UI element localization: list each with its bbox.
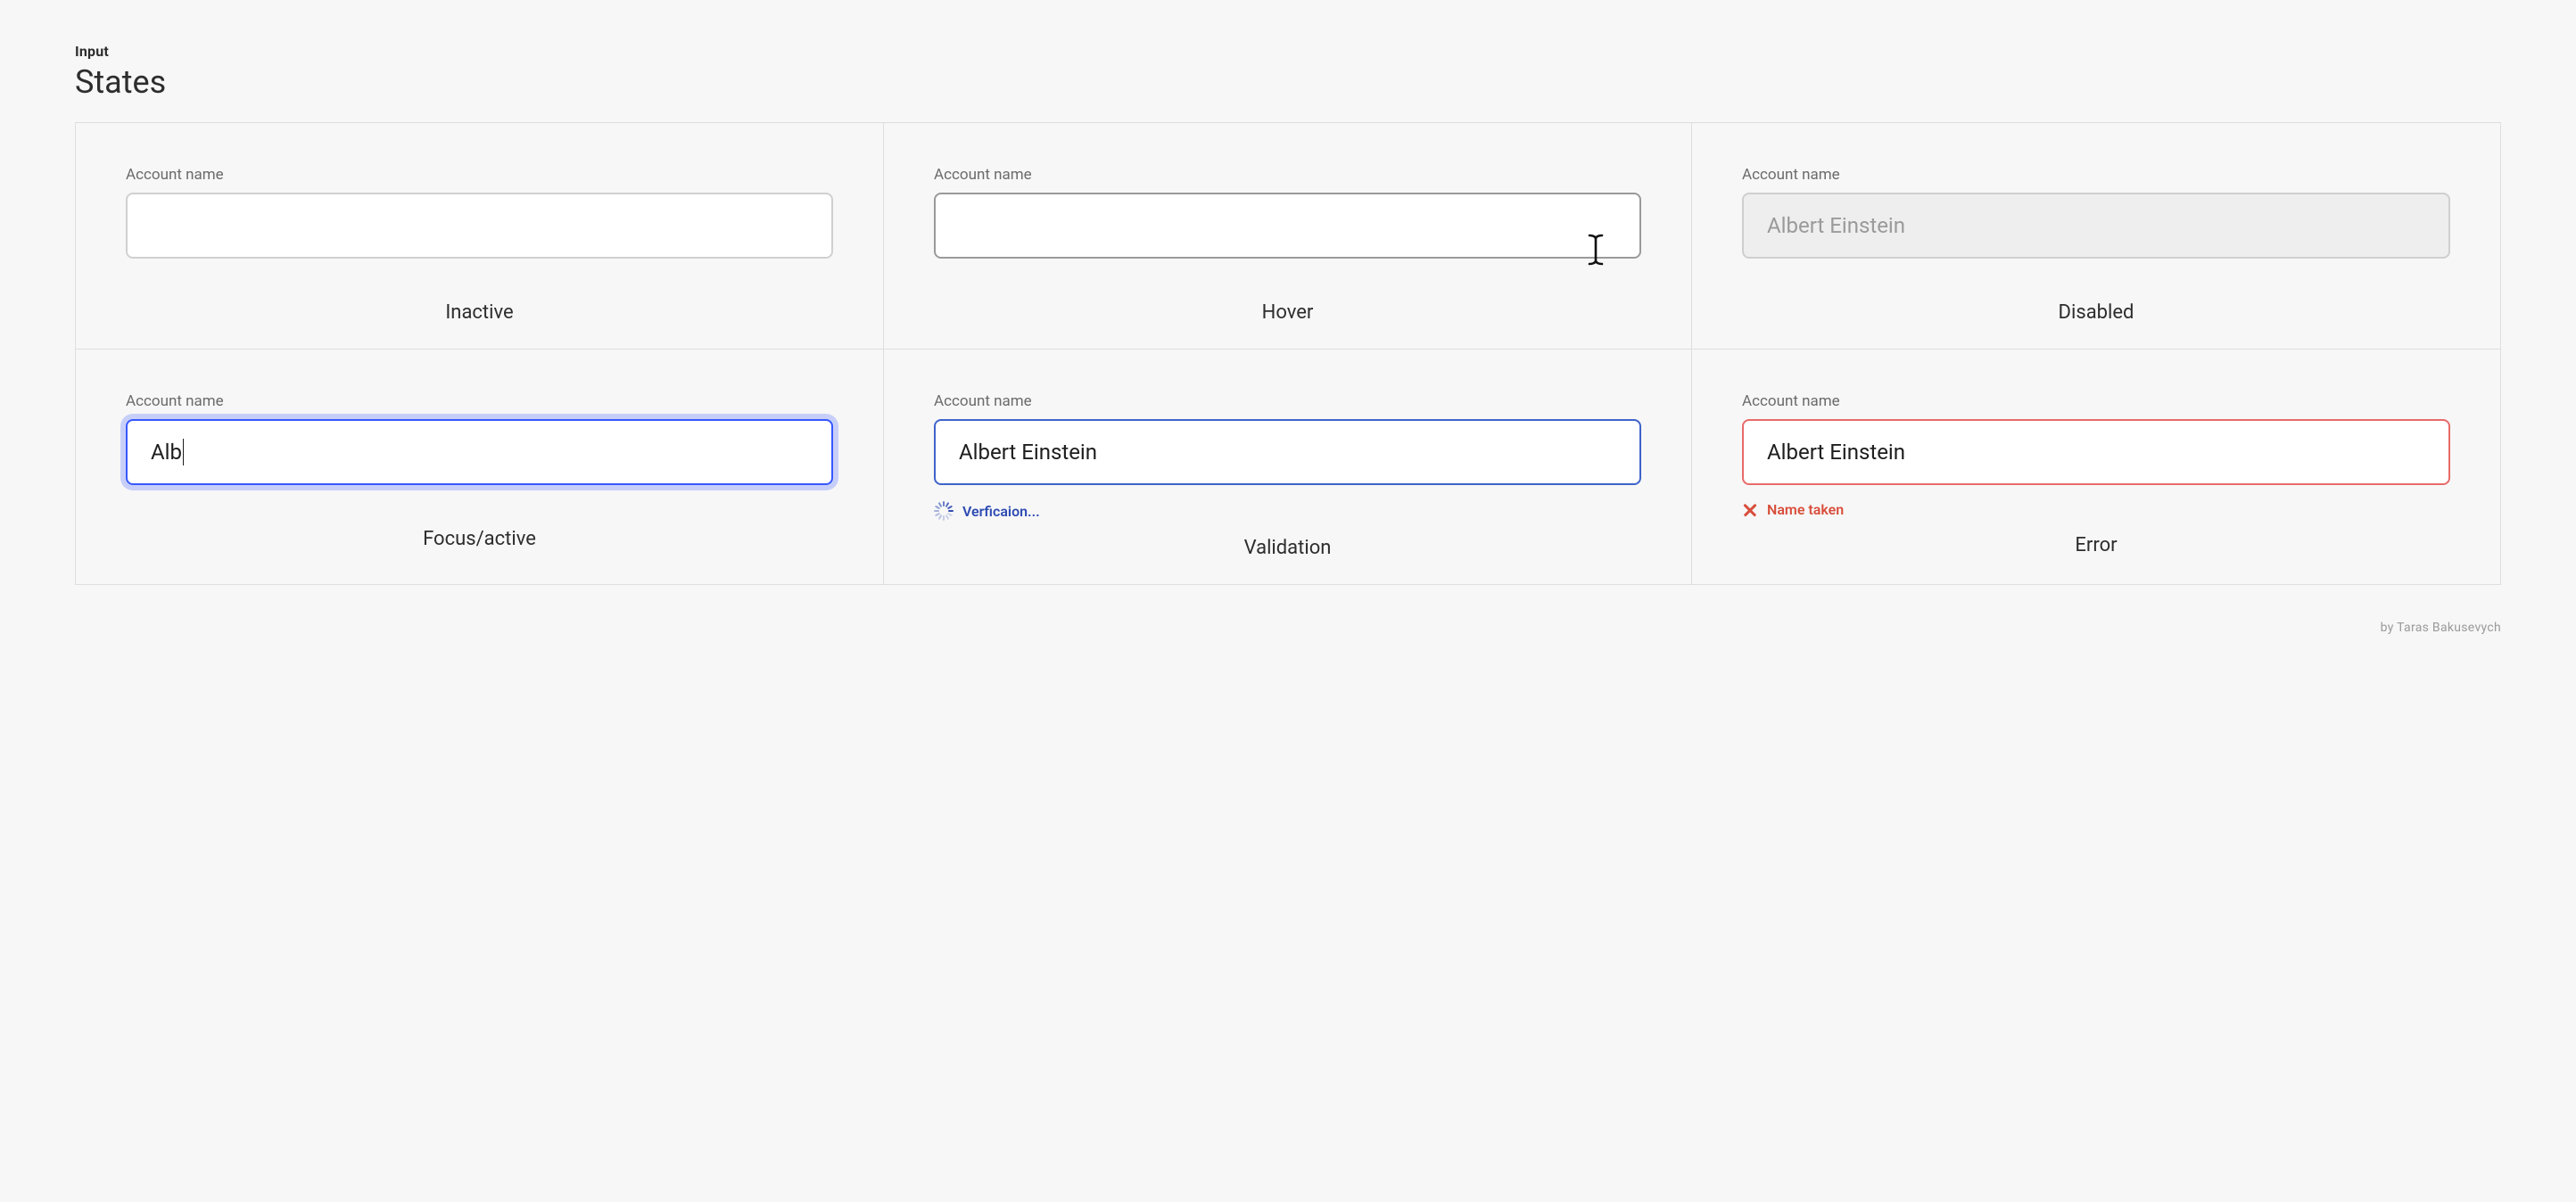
account-name-input-inactive[interactable] <box>126 193 833 259</box>
validation-helper: Verficaion... <box>934 501 1641 521</box>
state-validation: Account name Albert Einstein Verficaion.… <box>884 350 1692 584</box>
state-inactive: Account name Inactive <box>76 123 884 350</box>
states-grid: Account name Inactive Account name Hover… <box>75 122 2501 585</box>
field-label: Account name <box>934 392 1641 410</box>
text-caret-icon <box>183 439 185 465</box>
state-hover: Account name Hover <box>884 123 1692 350</box>
field-label: Account name <box>1742 392 2450 410</box>
field-label: Account name <box>126 166 833 184</box>
input-value: Albert Einstein <box>1767 213 1905 238</box>
helper-text: Verficaion... <box>962 503 1040 520</box>
field-label: Account name <box>1742 166 2450 184</box>
state-caption: Focus/active <box>126 528 833 550</box>
input-value: Albert Einstein <box>959 440 1097 465</box>
account-name-input-focus[interactable]: Alb <box>126 419 833 485</box>
state-caption: Validation <box>934 537 1641 559</box>
spinner-icon <box>934 501 954 521</box>
state-disabled: Account name Albert Einstein Disabled <box>1692 123 2500 350</box>
account-name-input-validation[interactable]: Albert Einstein <box>934 419 1641 485</box>
credit-text: by Taras Bakusevych <box>75 621 2501 635</box>
account-name-input-disabled: Albert Einstein <box>1742 193 2450 259</box>
account-name-input-error[interactable]: Albert Einstein <box>1742 419 2450 485</box>
account-name-input-hover[interactable] <box>934 193 1641 259</box>
text-cursor-icon <box>1588 234 1604 266</box>
input-value: Albert Einstein <box>1767 440 1905 465</box>
error-helper: Name taken <box>1742 501 2450 518</box>
page: Input States Account name Inactive Accou… <box>0 0 2576 656</box>
error-x-icon <box>1742 502 1758 518</box>
section-title: States <box>75 63 2501 101</box>
input-value: Alb <box>151 440 182 465</box>
state-caption: Hover <box>934 301 1641 324</box>
state-caption: Inactive <box>126 301 833 324</box>
helper-text: Name taken <box>1767 501 1844 518</box>
section-eyebrow: Input <box>75 43 2501 60</box>
state-caption: Disabled <box>1742 301 2450 324</box>
state-focus: Account name Alb Focus/active <box>76 350 884 584</box>
field-label: Account name <box>126 392 833 410</box>
field-label: Account name <box>934 166 1641 184</box>
state-error: Account name Albert Einstein Name taken … <box>1692 350 2500 584</box>
state-caption: Error <box>1742 534 2450 556</box>
